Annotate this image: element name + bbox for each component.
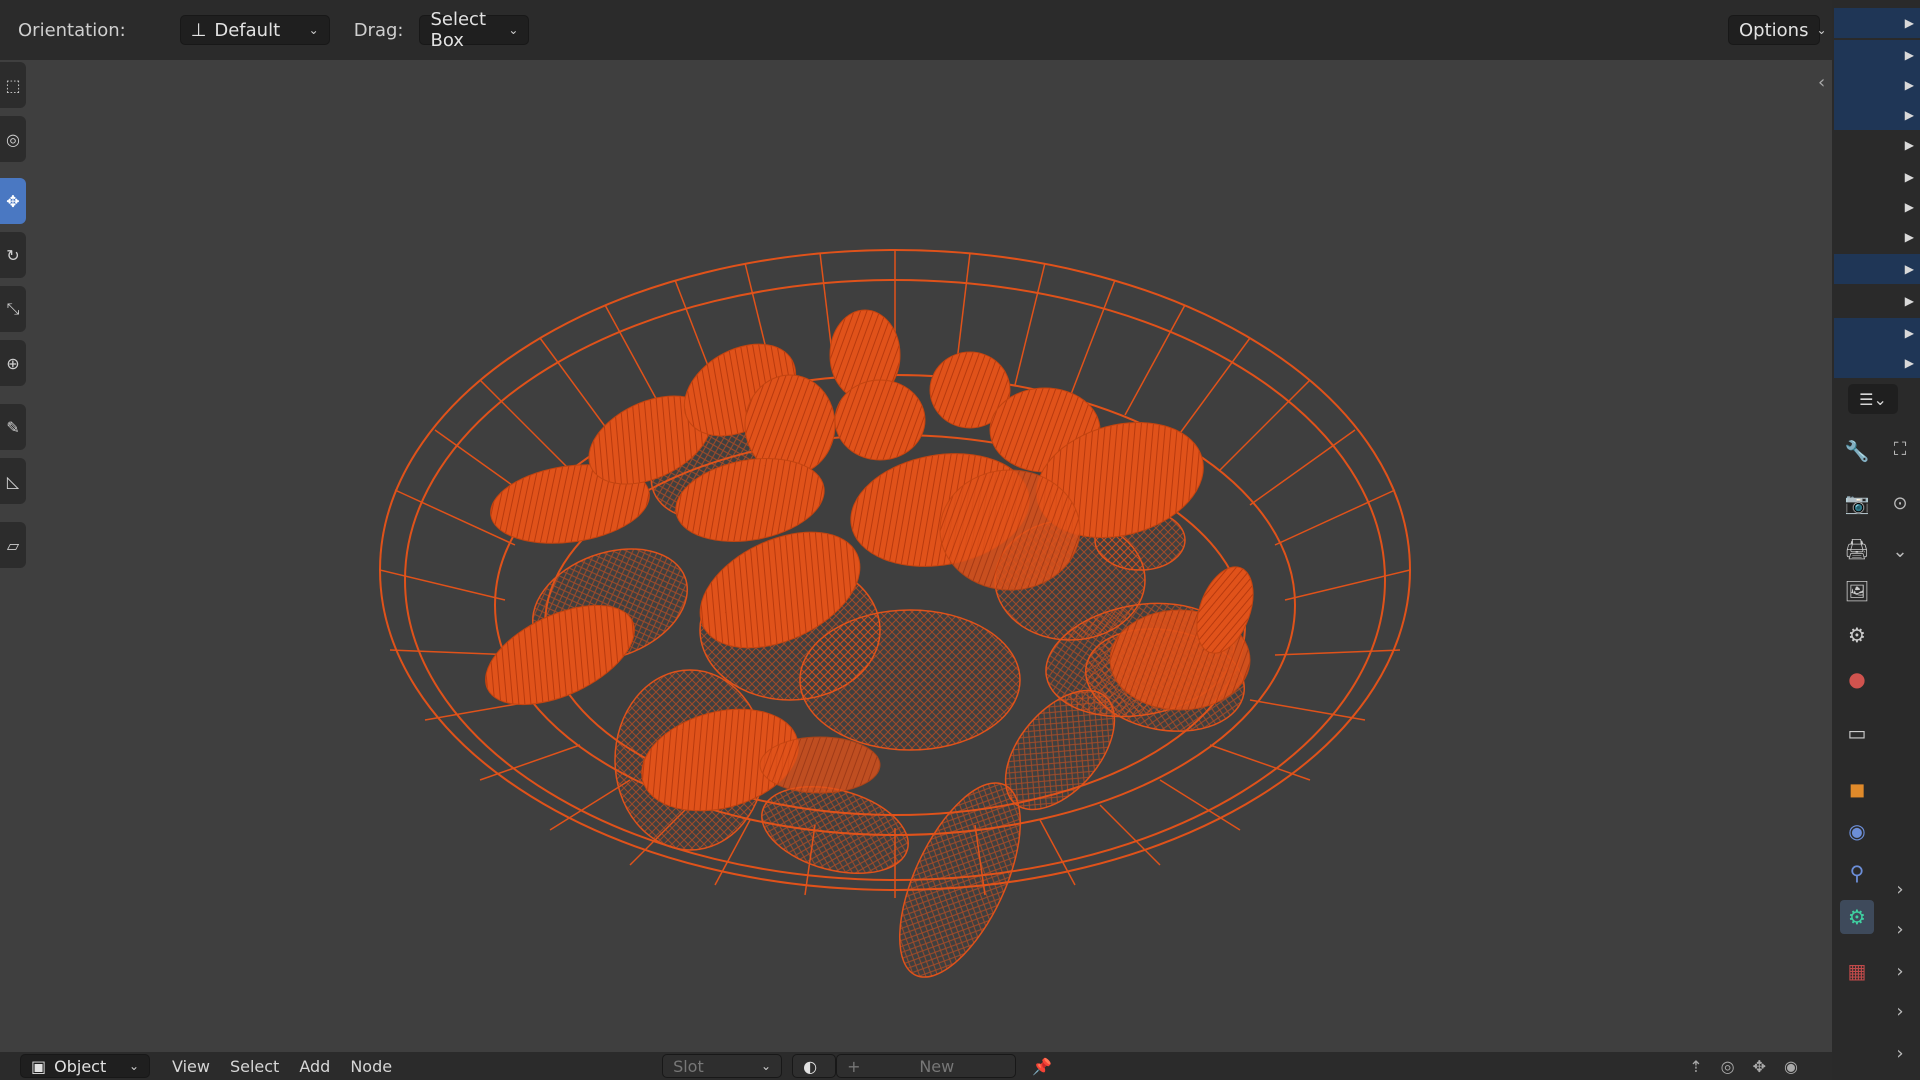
orientation-axis-icon: ⊥: [190, 19, 207, 41]
plus-icon: +: [847, 1056, 861, 1076]
cursor-tool-icon[interactable]: ◎: [0, 116, 26, 162]
orientation-dropdown[interactable]: ⊥ Default ⌄: [179, 15, 330, 45]
shader-editor-header: ▣ Object ⌄ View Select Add Node Slot ⌄ ◐…: [0, 1052, 1832, 1080]
drag-dropdown[interactable]: Select Box ⌄: [419, 9, 530, 51]
chevron-right-icon[interactable]: ›: [1880, 872, 1920, 906]
rotate-tool-icon[interactable]: ↻: [0, 232, 26, 278]
chevron-down-icon: ⌄: [508, 23, 519, 37]
drag-value: Select Box: [430, 9, 486, 51]
outliner-row[interactable]: ▶: [1834, 40, 1920, 70]
outliner-row[interactable]: ▶: [1834, 254, 1920, 284]
output-icon[interactable]: 🖨: [1840, 532, 1874, 566]
slot-dropdown[interactable]: Slot ⌄: [662, 1054, 783, 1078]
tool-shelf: ⬚ ◎ ✥ ↻ ⤡ ⊕ ✎ ◺ ▱: [0, 62, 26, 572]
outliner-row[interactable]: ▶: [1834, 222, 1920, 252]
outliner-row[interactable]: ▶: [1834, 130, 1920, 160]
new-material-button[interactable]: + New: [836, 1054, 1017, 1078]
chevron-down-icon: ⌄: [1816, 23, 1827, 37]
measure-tool-icon[interactable]: ◺: [0, 458, 26, 504]
chevron-right-icon[interactable]: ›: [1880, 954, 1920, 988]
view-layer-icon[interactable]: 🖼: [1840, 574, 1874, 608]
object-mode-icon: ▣: [31, 1056, 47, 1076]
overlay-icons[interactable]: ⇡◎✥◉: [1689, 1057, 1816, 1076]
collection-icon[interactable]: ▭: [1840, 716, 1874, 750]
outliner-row[interactable]: ▶: [1834, 348, 1920, 378]
menu-view[interactable]: View: [172, 1057, 210, 1076]
outliner-row[interactable]: ▶: [1834, 318, 1920, 348]
add-cube-tool-icon[interactable]: ▱: [0, 522, 26, 568]
wrench-icon[interactable]: 🔧: [1840, 434, 1874, 468]
outliner-row[interactable]: ▶: [1834, 100, 1920, 130]
chevron-right-icon[interactable]: ›: [1880, 912, 1920, 946]
3d-viewport[interactable]: [0, 60, 1832, 1052]
options-dropdown[interactable]: Options ⌄: [1728, 15, 1827, 45]
chevron-right-icon[interactable]: ›: [1880, 994, 1920, 1028]
chevron-down-icon: ⌄: [308, 23, 319, 37]
menu-select[interactable]: Select: [230, 1057, 279, 1076]
material-sphere-icon: ◐: [803, 1056, 818, 1076]
fullscreen-icon[interactable]: ⛶: [1880, 432, 1920, 466]
chevron-down-icon[interactable]: ⌄: [1880, 534, 1920, 568]
mode-value: Object: [54, 1056, 107, 1076]
physics-icon[interactable]: ⚙: [1840, 900, 1874, 934]
editor-type-dropdown[interactable]: ☰⌄: [1848, 384, 1898, 414]
camera-icon[interactable]: ⊙: [1880, 486, 1920, 520]
world-icon[interactable]: ●: [1840, 662, 1874, 696]
orientation-label: Orientation:: [18, 19, 126, 41]
select-box-tool-icon[interactable]: ⬚: [0, 62, 26, 108]
move-tool-icon[interactable]: ✥: [0, 178, 26, 224]
chevron-left-icon[interactable]: ‹: [1818, 72, 1825, 93]
mode-dropdown[interactable]: ▣ Object ⌄: [20, 1054, 150, 1078]
outliner-row[interactable]: ▶: [1834, 192, 1920, 222]
material-browse-button[interactable]: ◐: [792, 1054, 837, 1078]
wireframe-scene: [379, 249, 1411, 978]
outliner-row[interactable]: ▶: [1834, 8, 1920, 38]
particles-icon[interactable]: ⚲: [1840, 856, 1874, 890]
render-icon[interactable]: 📷: [1840, 486, 1874, 520]
scene-icon[interactable]: ⚙: [1840, 618, 1874, 652]
outliner-row[interactable]: ▶: [1834, 162, 1920, 192]
object-icon[interactable]: ◼: [1840, 772, 1874, 806]
new-label: New: [919, 1056, 955, 1076]
header-toolbar: Orientation: ⊥ Default ⌄ Drag: Select Bo…: [0, 0, 1832, 60]
pin-icon[interactable]: 📌: [1032, 1057, 1052, 1076]
chevron-down-icon: ⌄: [128, 1059, 139, 1073]
options-label: Options: [1739, 19, 1809, 41]
slot-label: Slot: [673, 1056, 704, 1076]
scale-tool-icon[interactable]: ⤡: [0, 286, 26, 332]
modifiers-icon[interactable]: ◉: [1840, 814, 1874, 848]
orientation-value: Default: [214, 19, 281, 41]
menu-add[interactable]: Add: [299, 1057, 330, 1076]
outliner-row[interactable]: ▶: [1834, 70, 1920, 100]
drag-label: Drag:: [353, 19, 404, 41]
texture-icon[interactable]: ▦: [1840, 954, 1874, 988]
menu-node[interactable]: Node: [350, 1057, 392, 1076]
outliner-row[interactable]: ▶: [1834, 286, 1920, 316]
annotate-tool-icon[interactable]: ✎: [0, 404, 26, 450]
chevron-right-icon[interactable]: ›: [1880, 1036, 1920, 1070]
chevron-down-icon: ⌄: [761, 1059, 772, 1073]
transform-tool-icon[interactable]: ⊕: [0, 340, 26, 386]
